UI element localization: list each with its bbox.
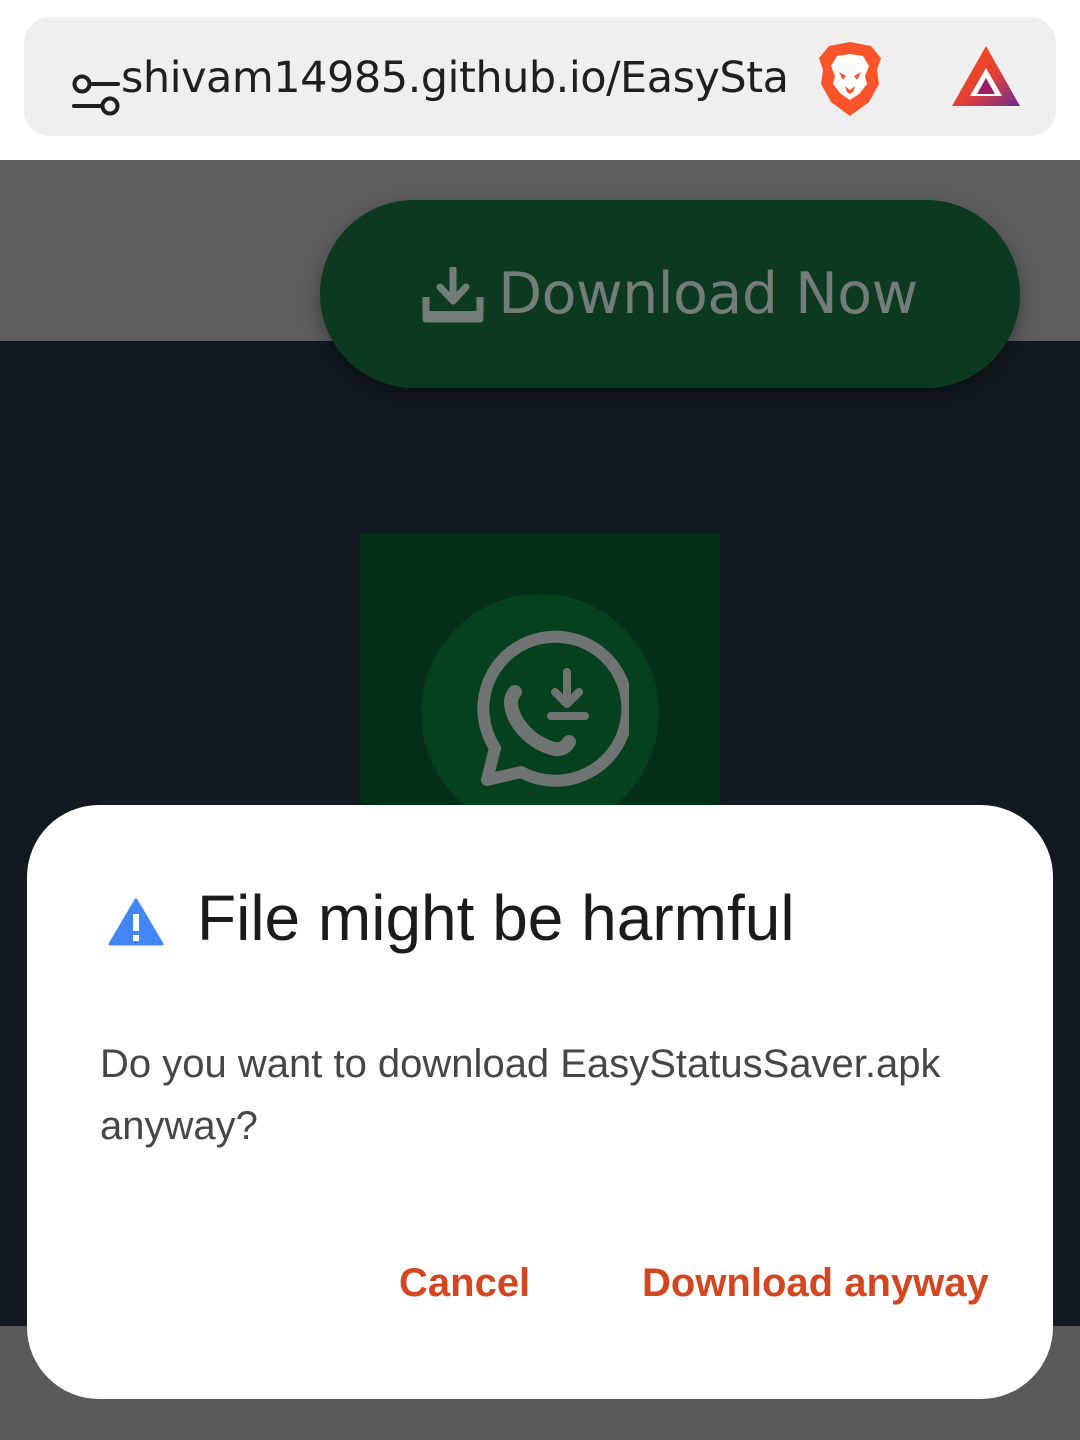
download-anyway-button[interactable]: Download anyway [642, 1255, 989, 1311]
screen: shivam14985.github.io/EasySta Download N… [0, 0, 1080, 1440]
url-text[interactable]: shivam14985.github.io/EasySta [121, 48, 787, 108]
download-now-button[interactable]: Download Now [320, 200, 1020, 388]
warning-icon [108, 898, 164, 946]
app-logo [360, 533, 720, 823]
download-icon [422, 267, 484, 323]
dialog-title: File might be harmful [197, 882, 795, 954]
whatsapp-download-icon [477, 630, 629, 787]
download-now-label: Download Now [498, 261, 918, 327]
bat-rewards-icon[interactable] [950, 44, 1022, 110]
harmful-file-dialog: File might be harmful Do you want to dow… [27, 805, 1053, 1399]
cancel-button[interactable]: Cancel [399, 1255, 530, 1311]
tune-icon[interactable] [70, 71, 122, 119]
brave-shield-icon[interactable] [815, 40, 885, 118]
browser-toolbar: shivam14985.github.io/EasySta [0, 0, 1080, 160]
dialog-message: Do you want to download EasyStatusSaver.… [100, 1042, 941, 1148]
